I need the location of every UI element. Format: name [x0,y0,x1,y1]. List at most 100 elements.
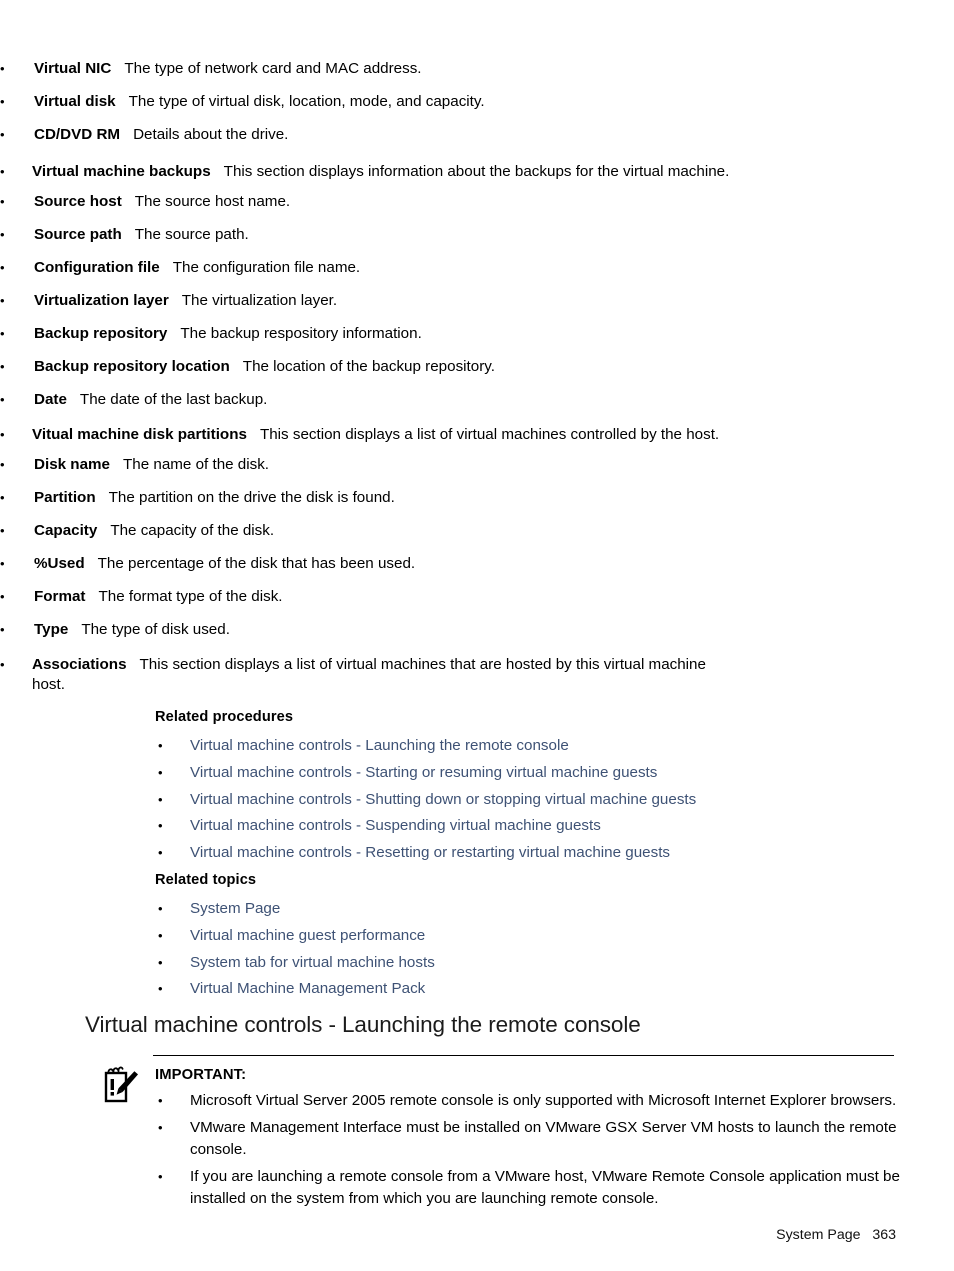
related-procedure-link[interactable]: Virtual machine controls - Launching the… [190,736,903,756]
bullet-glyph: • [0,523,5,538]
vm-disk-partitions-list: • Disk name The name of the disk. • Parti… [0,455,700,639]
term-description: The partition on the drive the disk is f… [108,489,395,506]
related-procedure-link[interactable]: Virtual machine controls - Starting or r… [190,763,903,783]
bullet-glyph: • [0,61,5,76]
related-topic-link[interactable]: Virtual Machine Management Pack [190,979,903,999]
term-label: Disk name [34,456,110,473]
related-procedure-link[interactable]: Virtual machine controls - Shutting down… [190,790,903,810]
bullet-glyph: • [0,392,5,407]
term-description: The source host name. [134,193,291,210]
term-label: CD/DVD RM [34,126,121,143]
term-description: The backup respository information. [180,325,422,342]
list-item-text: %Used The percentage of the disk that has… [34,554,700,573]
list-item-text: Virtual disk The type of virtual disk, lo… [34,92,700,111]
list-item: • Virtual machine controls - Starting or… [158,763,903,783]
list-item: • Virtual machine backups This section di… [0,162,745,181]
term-label: Configuration file [34,259,160,276]
list-item: • CD/DVD RM Details about the drive. [0,125,700,144]
term-description: The format type of the disk. [98,588,283,605]
list-item-text: Virtualization layer The virtualization l… [34,291,700,310]
list-item: • Source host The source host name. [0,192,700,211]
vm-backups-list: • Source host The source host name. • Sou… [0,192,700,409]
bullet-glyph: • [158,1093,163,1108]
list-item: • If you are launching a remote console … [158,1166,903,1210]
bullet-glyph: • [0,589,5,604]
term-label: Capacity [34,522,98,539]
related-topics-list: • System Page • Virtual machine guest pe… [158,899,903,999]
list-item: • Virtual disk The type of virtual disk, … [0,92,700,111]
list-item: • Format The format type of the disk. [0,587,700,606]
list-item-text: Associations This section displays a list… [32,655,742,695]
vm-backups-group: • Virtual machine backups This section di… [0,162,745,181]
term-label: Source path [34,226,122,243]
bullet-glyph: • [158,954,163,970]
term-label: Virtual machine backups [32,163,211,180]
important-label: IMPORTANT: [155,1067,247,1083]
term-description: This section displays a list of virtual … [32,656,706,693]
page-footer: System Page 363 [776,1227,896,1243]
bullet-glyph: • [0,194,5,209]
related-topic-link[interactable]: System tab for virtual machine hosts [190,953,903,973]
term-label: Backup repository location [34,358,230,375]
list-item-text: Capacity The capacity of the disk. [34,521,700,540]
important-note-text: If you are launching a remote console fr… [190,1168,900,1207]
bullet-glyph: • [158,791,163,807]
term-description: The configuration file name. [172,259,361,276]
list-item-text: Partition The partition on the drive the … [34,488,700,507]
bullet-glyph: • [158,901,163,916]
list-item: • Virtual machine controls - Suspending … [158,816,903,836]
related-procedure-link[interactable]: Virtual machine controls - Resetting or … [190,843,903,863]
bullet-glyph: • [0,260,5,275]
list-item: • Partition The partition on the drive th… [0,488,700,507]
term-label: Virtualization layer [34,292,169,309]
term-label: Virtual disk [34,93,116,110]
bullet-glyph: • [158,927,163,943]
list-item: • System Page [158,899,903,919]
related-topic-link[interactable]: System Page [190,899,903,919]
list-item: • Backup repository location The location… [0,357,700,376]
related-topic-link[interactable]: Virtual machine guest performance [190,926,903,946]
list-item: • Configuration file The configuration fi… [0,258,700,277]
bullet-glyph: • [0,293,5,308]
bullet-glyph: • [0,457,5,472]
term-label: Type [34,621,69,638]
term-label: Partition [34,489,96,506]
list-item-text: Configuration file The configuration file… [34,258,700,277]
term-description: The source path. [134,226,249,243]
bullet-glyph: • [0,490,5,505]
page-title: Virtual machine controls - Launching the… [85,1012,641,1037]
bullet-glyph: • [158,764,163,780]
term-description: This section displays a list of virtual … [259,426,720,443]
list-item: • Capacity The capacity of the disk. [0,521,700,540]
bullet-glyph: • [0,556,5,571]
term-label: Source host [34,193,122,210]
list-item-text: Date The date of the last backup. [34,390,700,409]
list-item-text: Vitual machine disk partitions This secti… [32,425,745,444]
list-item-text: Backup repository location The location o… [34,357,700,376]
related-topics-heading: Related topics [155,872,257,888]
important-note-text: VMware Management Interface must be inst… [190,1119,897,1158]
bullet-glyph: • [158,1169,163,1184]
list-item: • Virtualization layer The virtualization… [0,291,700,310]
related-procedure-link[interactable]: Virtual machine controls - Suspending vi… [190,816,903,836]
list-item: • Virtual machine controls - Shutting do… [158,790,903,810]
important-note-text: Microsoft Virtual Server 2005 remote con… [190,1092,897,1109]
document-page: • Virtual NIC The type of network card an… [0,0,954,1271]
note-pencil-icon [103,1066,139,1104]
bullet-glyph: • [158,1120,163,1135]
vm-hardware-list: • Virtual NIC The type of network card an… [0,59,700,144]
term-label: Date [34,391,67,408]
term-label: Associations [32,656,127,673]
vm-associations-group: • Associations This section displays a li… [0,655,742,695]
vm-disk-partitions-group: • Vitual machine disk partitions This sec… [0,425,745,444]
bullet-glyph: • [0,622,5,637]
bullet-glyph: • [158,818,163,834]
list-item-text: Source path The source path. [34,225,700,244]
term-label: %Used [34,555,85,572]
list-item: • Virtual NIC The type of network card an… [0,59,700,78]
important-note-list: • Microsoft Virtual Server 2005 remote c… [158,1090,903,1210]
list-item: • Virtual Machine Management Pack [158,979,903,999]
bullet-glyph: • [0,326,5,341]
list-item-text: Virtual machine backups This section disp… [32,162,745,181]
list-item: • Virtual machine guest performance [158,926,903,946]
